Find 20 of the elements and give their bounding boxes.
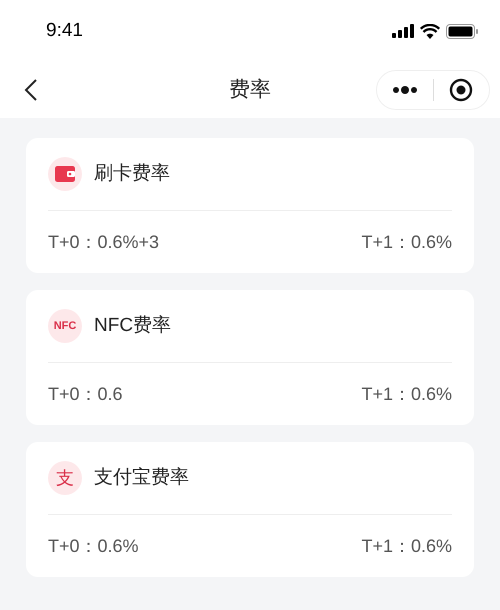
- logo-icon: NFC: [48, 309, 82, 343]
- rate-value: T+1：0.6%: [361, 382, 452, 406]
- rate-value: T+0：0.6%: [48, 534, 139, 558]
- rate-value: T+0：0.6%+3: [48, 230, 160, 254]
- signal-icon: [392, 24, 414, 38]
- card-title: 刷卡费率: [94, 162, 170, 186]
- logo-icon: 支: [48, 461, 82, 495]
- rate-value: T+1：0.6%: [361, 534, 452, 558]
- wallet-icon: [48, 157, 82, 191]
- rate-value: T+1：0.6%: [361, 230, 452, 254]
- status-time: 9:41: [46, 18, 83, 43]
- target-icon: [449, 78, 474, 102]
- back-icon: [24, 78, 38, 102]
- rate-value: T+0：0.6: [48, 382, 123, 406]
- page-title: 费率: [229, 77, 271, 104]
- battery-icon: [446, 24, 478, 38]
- card-title: NFC费率: [94, 314, 172, 338]
- more-icon: [392, 86, 418, 94]
- card-title: 支付宝费率: [94, 466, 189, 490]
- wifi-icon: [420, 24, 440, 38]
